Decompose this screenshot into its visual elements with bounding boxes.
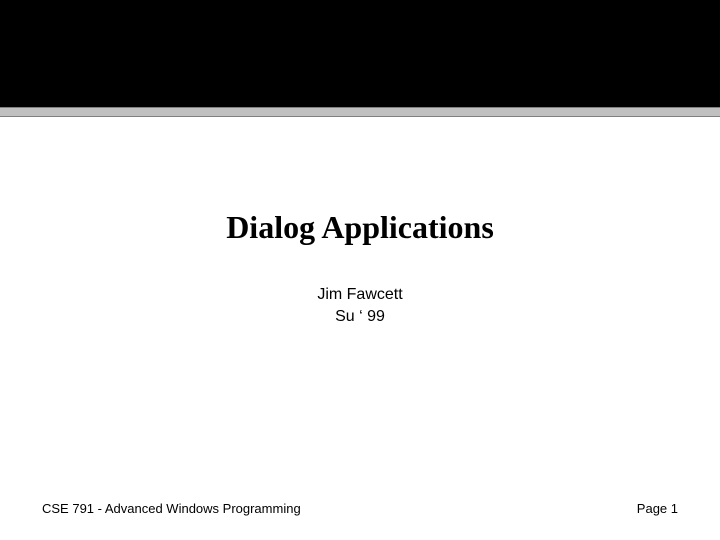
slide-title: Dialog Applications (0, 209, 720, 246)
footer-page: Page 1 (637, 501, 678, 516)
horizontal-divider (0, 107, 720, 117)
slide-author: Jim Fawcett (0, 286, 720, 304)
slide-content: Dialog Applications Jim Fawcett Su ‘ 99 (0, 117, 720, 326)
footer-course: CSE 791 - Advanced Windows Programming (42, 501, 301, 516)
slide-term: Su ‘ 99 (0, 308, 720, 326)
top-black-band (0, 0, 720, 107)
